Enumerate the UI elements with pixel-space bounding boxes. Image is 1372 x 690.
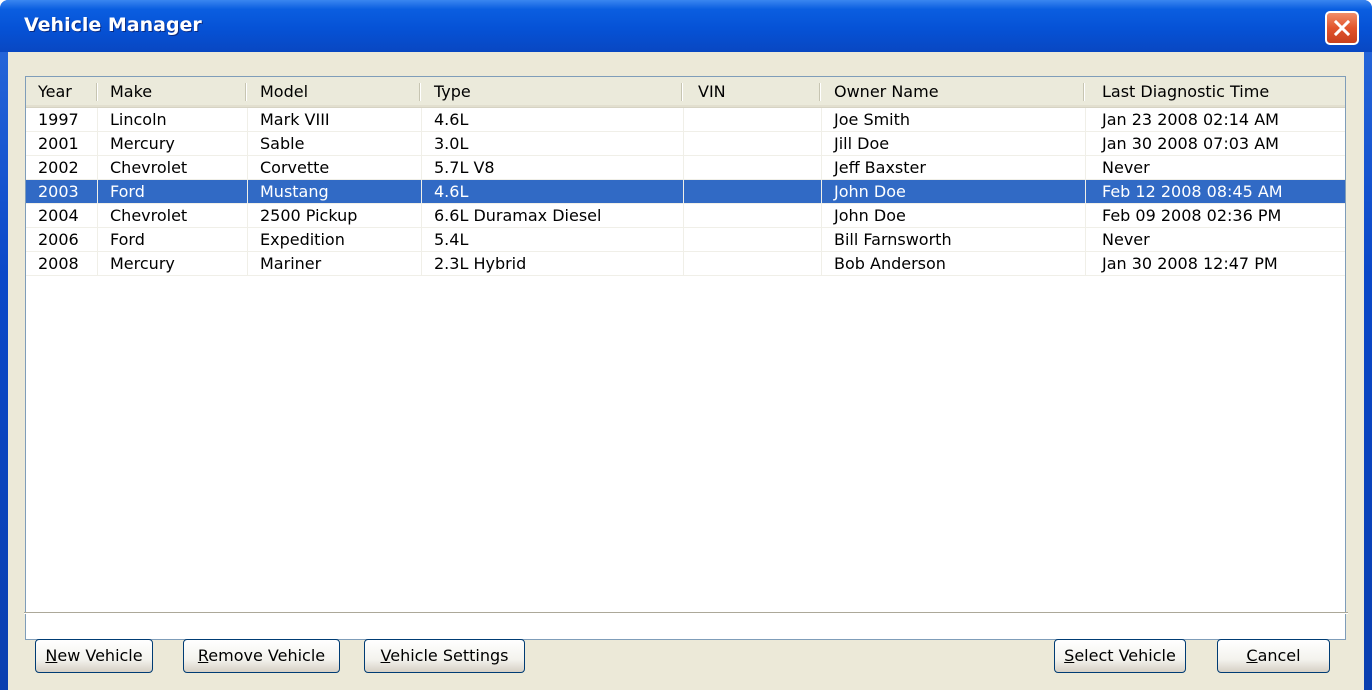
column-header-owner-name[interactable]: Owner Name: [822, 77, 1084, 107]
cell-year: 2002: [38, 158, 79, 177]
cell-type: 6.6L Duramax Diesel: [434, 206, 602, 225]
list-header: Year Make Model Type VIN Owner Name Last…: [26, 77, 1345, 108]
cell-type: 5.4L: [434, 230, 469, 249]
remove-vehicle-button[interactable]: Remove Vehicle: [183, 639, 340, 673]
grid-line: [1085, 108, 1086, 276]
cell-last-diagnostic-time: Jan 30 2008 12:47 PM: [1102, 254, 1278, 273]
cell-vin: [684, 132, 822, 156]
window-title: Vehicle Manager: [24, 14, 202, 36]
cell-owner-name: Bill Farnsworth: [834, 230, 952, 249]
select-vehicle-button[interactable]: Select Vehicle: [1054, 639, 1186, 673]
vehicle-list[interactable]: Year Make Model Type VIN Owner Name Last…: [25, 76, 1346, 640]
cell-year: 2004: [38, 206, 79, 225]
cell-owner-name: John Doe: [834, 182, 906, 201]
grid-line: [683, 108, 684, 276]
cell-make: Mercury: [110, 254, 175, 273]
cell-model: 2500 Pickup: [260, 206, 358, 225]
column-separator[interactable]: [96, 83, 97, 101]
cell-owner-name: Bob Anderson: [834, 254, 946, 273]
cell-vin: [684, 156, 822, 180]
table-row[interactable]: 2003 Ford Mustang 4.6L John Doe Feb 12 2008 0…: [26, 180, 1345, 204]
cell-year: 2003: [38, 182, 79, 201]
cell-last-diagnostic-time: Jan 30 2008 07:03 AM: [1102, 134, 1279, 153]
cell-model: Mark VIII: [260, 110, 330, 129]
cell-make: Lincoln: [110, 110, 167, 129]
column-separator[interactable]: [419, 83, 420, 101]
cell-type: 5.7L V8: [434, 158, 495, 177]
cell-vin: [684, 252, 822, 276]
cell-last-diagnostic-time: Never: [1102, 158, 1150, 177]
cell-owner-name: John Doe: [834, 206, 906, 225]
grid-line: [247, 108, 248, 276]
cell-vin: [684, 228, 822, 252]
column-header-type[interactable]: Type: [422, 77, 682, 107]
column-separator[interactable]: [245, 83, 246, 101]
cell-year: 2008: [38, 254, 79, 273]
column-separator[interactable]: [681, 83, 682, 101]
table-row[interactable]: 1997 Lincoln Mark VIII 4.6L Joe Smith Jan 23 …: [26, 108, 1345, 132]
cell-vin: [684, 180, 822, 204]
grid-line: [26, 275, 1345, 276]
vehicle-manager-window: Vehicle Manager Year Make Model Type VIN…: [0, 0, 1372, 690]
cell-owner-name: Joe Smith: [834, 110, 911, 129]
title-bar[interactable]: Vehicle Manager: [0, 0, 1372, 52]
cell-vin: [684, 204, 822, 228]
cell-model: Sable: [260, 134, 305, 153]
table-row[interactable]: 2008 Mercury Mariner 2.3L Hybrid Bob Anderso…: [26, 252, 1345, 276]
cell-model: Corvette: [260, 158, 330, 177]
cell-model: Mustang: [260, 182, 329, 201]
new-vehicle-button[interactable]: New Vehicle: [35, 639, 153, 673]
column-separator[interactable]: [819, 83, 820, 101]
column-header-last-diagnostic-time[interactable]: Last Diagnostic Time: [1086, 77, 1345, 107]
table-row[interactable]: 2001 Mercury Sable 3.0L Jill Doe Jan 30 2008 …: [26, 132, 1345, 156]
grid-line: [97, 108, 98, 276]
cell-type: 4.6L: [434, 110, 469, 129]
table-row[interactable]: 2006 Ford Expedition 5.4L Bill Farnsworth Nev…: [26, 228, 1345, 252]
column-header-model[interactable]: Model: [248, 77, 420, 107]
cell-year: 2006: [38, 230, 79, 249]
cell-last-diagnostic-time: Feb 12 2008 08:45 AM: [1102, 182, 1283, 201]
cell-model: Expedition: [260, 230, 345, 249]
cancel-button[interactable]: Cancel: [1217, 639, 1330, 673]
cell-owner-name: Jeff Baxster: [834, 158, 926, 177]
table-row[interactable]: 2004 Chevrolet 2500 Pickup 6.6L Duramax Die…: [26, 204, 1345, 228]
cell-last-diagnostic-time: Jan 23 2008 02:14 AM: [1102, 110, 1279, 129]
close-icon: [1333, 19, 1351, 37]
column-header-vin[interactable]: VIN: [684, 77, 820, 107]
cell-make: Ford: [110, 230, 145, 249]
cell-last-diagnostic-time: Feb 09 2008 02:36 PM: [1102, 206, 1282, 225]
cell-make: Chevrolet: [110, 206, 188, 225]
divider: [24, 612, 1348, 614]
column-separator[interactable]: [1083, 83, 1084, 101]
dialog-body: Year Make Model Type VIN Owner Name Last…: [8, 52, 1364, 690]
close-button[interactable]: [1325, 11, 1359, 45]
cell-owner-name: Jill Doe: [834, 134, 890, 153]
cell-type: 3.0L: [434, 134, 469, 153]
cell-last-diagnostic-time: Never: [1102, 230, 1150, 249]
cell-make: Ford: [110, 182, 145, 201]
grid-line: [421, 108, 422, 276]
cell-type: 2.3L Hybrid: [434, 254, 527, 273]
cell-year: 2001: [38, 134, 79, 153]
cell-year: 1997: [38, 110, 79, 129]
cell-make: Mercury: [110, 134, 175, 153]
cell-model: Mariner: [260, 254, 322, 273]
cell-type: 4.6L: [434, 182, 469, 201]
table-row[interactable]: 2002 Chevrolet Corvette 5.7L V8 Jeff Baxster…: [26, 156, 1345, 180]
cell-vin: [684, 108, 822, 132]
column-header-year[interactable]: Year: [26, 77, 96, 107]
grid-line: [821, 108, 822, 276]
column-header-make[interactable]: Make: [98, 77, 246, 107]
cell-make: Chevrolet: [110, 158, 188, 177]
vehicle-settings-button[interactable]: Vehicle Settings: [364, 639, 525, 673]
